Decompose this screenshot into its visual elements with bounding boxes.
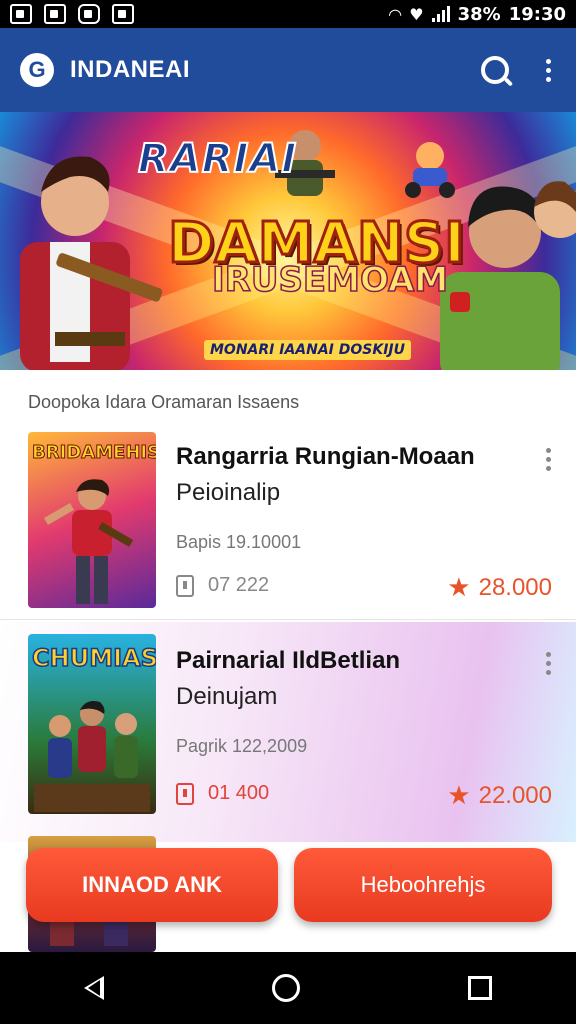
promo-banner[interactable]: RARIAI DAMANSI IRUSEMOAM MONARI IAANAI D…: [0, 112, 576, 370]
game-subtitle: Deinujam: [176, 683, 278, 710]
search-button[interactable]: [478, 53, 512, 87]
game-tag: 01 400: [176, 782, 269, 805]
primary-action-button[interactable]: INNAOD ANK: [26, 848, 278, 922]
game-rating: ★ 28.000: [447, 572, 552, 603]
section-label: Doopoka Idara Oramaran Issaens: [28, 392, 300, 412]
system-icons: ◠ ♥ 38% 19:30: [389, 4, 566, 25]
racer-figure: [405, 142, 455, 198]
game-tag: 07 222: [176, 574, 269, 597]
banner-title-1: RARIAI: [137, 135, 298, 183]
battery-percent: 38%: [457, 3, 501, 25]
more-vert-icon[interactable]: [540, 58, 556, 82]
recents-square-icon[interactable]: [468, 976, 492, 1000]
app-title: INDANEAI: [70, 56, 191, 83]
list-item[interactable]: CHUMIAS Pairnarial IldBetlian Deinujam P…: [0, 622, 576, 842]
back-triangle-icon[interactable]: [84, 976, 104, 1000]
shop-icon: [112, 4, 134, 24]
game-title[interactable]: Rangarria Rungian-Moaan: [176, 440, 516, 474]
secondary-action-button[interactable]: Heboohrehjs: [294, 848, 552, 922]
camera-icon: [78, 4, 100, 24]
list-item[interactable]: BRIDAMEHIS Rangarria Rungian-Moaan Peioi…: [0, 420, 576, 620]
thumbnail-title: CHUMIAS: [31, 643, 156, 673]
more-vert-icon[interactable]: [544, 652, 552, 675]
wifi-icon: ◠: [388, 4, 402, 24]
game-title[interactable]: Pairnarial IldBetlian: [176, 644, 516, 678]
brand-g-icon[interactable]: G: [20, 53, 54, 87]
rating-value: 22.000: [478, 781, 552, 809]
star-icon: ★: [447, 572, 471, 602]
rating-value: 28.000: [478, 573, 552, 601]
file-icon: [176, 782, 194, 805]
more-vert-icon[interactable]: [544, 448, 552, 471]
clock: 19:30: [508, 3, 566, 25]
home-circle-icon[interactable]: [272, 974, 300, 1002]
thumbnail-characters: [34, 701, 150, 812]
tag-value: 07 222: [208, 574, 270, 596]
image-icon: [44, 4, 66, 24]
file-icon: [176, 574, 194, 597]
app-bar: G INDANEAI: [0, 28, 576, 112]
game-thumbnail[interactable]: CHUMIAS: [28, 634, 156, 814]
status-bar: ◠ ♥ 38% 19:30: [0, 0, 576, 28]
thumbnail-title: BRIDAMEHIS: [32, 442, 157, 464]
thumbnail-character: [44, 479, 134, 604]
tag-value: 01 400: [208, 782, 270, 804]
game-thumbnail[interactable]: BRIDAMEHIS: [28, 432, 156, 608]
game-meta: Bapis 19.10001: [176, 532, 302, 552]
star-icon: ★: [447, 780, 471, 810]
notification-icons: [10, 4, 134, 24]
game-rating: ★ 22.000: [447, 780, 552, 811]
game-meta: Pagrik 122,2009: [176, 736, 308, 756]
search-icon: [481, 56, 509, 84]
signal-icon: [431, 6, 450, 22]
system-nav-bar: [0, 952, 576, 1024]
banner-title-3: IRUSEMOAM: [211, 259, 449, 301]
heart-icon: ♥: [409, 4, 424, 24]
banner-tagline: MONARI IAANAI DOSKIJU: [204, 340, 412, 360]
game-subtitle: Peioinalip: [176, 479, 281, 506]
gallery-icon: [10, 4, 32, 24]
